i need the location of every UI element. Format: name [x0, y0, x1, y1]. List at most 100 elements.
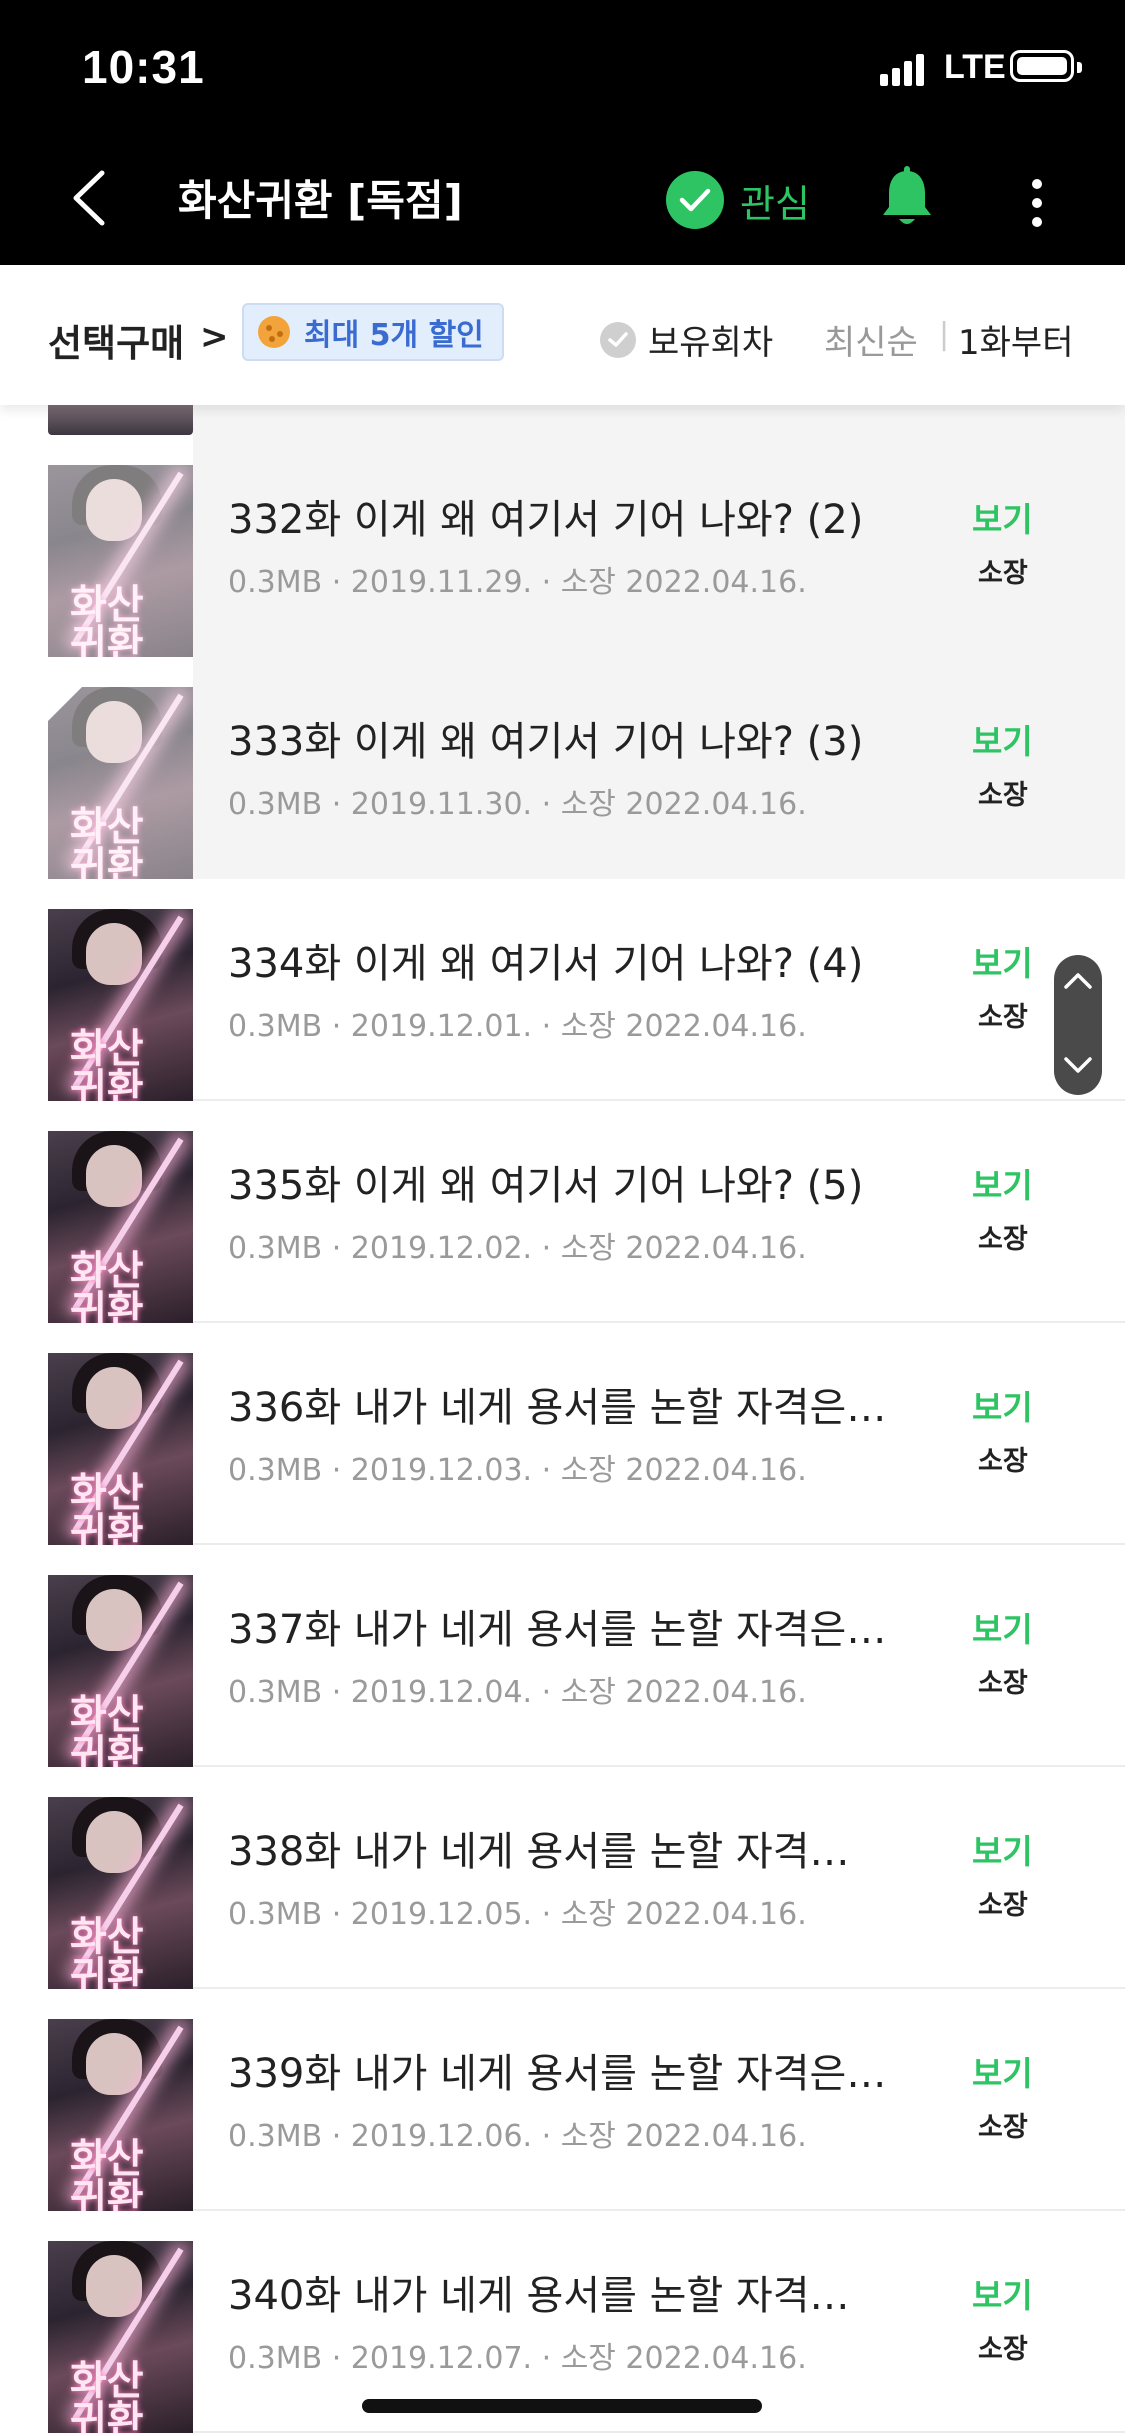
owned-label: 소장: [978, 2112, 1028, 2143]
owned-label: 소장: [978, 2334, 1028, 2365]
row-background: [193, 1323, 1125, 1545]
owned-label: 소장: [978, 1002, 1028, 1033]
episode-title[interactable]: 332화 이게 왜 여기서 기어 나와? (2): [228, 487, 908, 545]
thumb-art-face: [86, 1589, 142, 1651]
episode-row[interactable]: 화산 귀환 335화 이게 왜 여기서 기어 나와? (5) 0.3MB · 201…: [0, 1101, 1125, 1323]
owned-label: 소장: [978, 780, 1028, 811]
episode-thumbnail[interactable]: 화산 귀환: [48, 909, 193, 1101]
episode-title[interactable]: 339화 내가 네게 용서를 논할 자격은…: [228, 2041, 908, 2099]
episode-title[interactable]: 338화 내가 네게 용서를 논할 자격…: [228, 1819, 908, 1877]
discount-label: 최대 5개 할인: [304, 318, 484, 353]
owned-label: 소장: [978, 558, 1028, 589]
thumb-cover-title: 화산 귀환: [70, 2357, 144, 2434]
back-button[interactable]: [62, 163, 122, 233]
episode-row-partial: [193, 405, 1125, 435]
thumb-cover-title: 화산 귀환: [70, 1025, 144, 1102]
episode-thumbnail[interactable]: 화산 귀환: [48, 2241, 193, 2433]
owned-label: 소장: [978, 1224, 1028, 1255]
network-type: LTE: [944, 48, 1006, 86]
view-button[interactable]: 보기: [972, 2047, 1033, 2095]
episode-title[interactable]: 337화 내가 네게 용서를 논할 자격은…: [228, 1597, 908, 1655]
episode-row[interactable]: 화산 귀환 333화 이게 왜 여기서 기어 나와? (3) 0.3MB · 201…: [0, 657, 1125, 879]
scroll-control[interactable]: [1054, 955, 1102, 1095]
episode-thumbnail[interactable]: 화산 귀환: [48, 1575, 193, 1767]
thumb-art-face: [86, 2033, 142, 2095]
episode-thumbnail[interactable]: 화산 귀환: [48, 465, 193, 657]
episode-row[interactable]: 화산 귀환 339화 내가 네게 용서를 논할 자격은… 0.3MB · 2019.…: [0, 1989, 1125, 2211]
back-icon: [73, 170, 105, 226]
thumb-cover-title: 화산 귀환: [70, 1247, 144, 1324]
thumb-art-face: [86, 479, 142, 541]
view-button[interactable]: 보기: [972, 1381, 1033, 1429]
thumb-art-face: [86, 1367, 142, 1429]
home-indicator[interactable]: [362, 2399, 762, 2413]
episode-title[interactable]: 336화 내가 네게 용서를 논할 자격은…: [228, 1375, 908, 1433]
scroll-up-icon[interactable]: [1063, 971, 1093, 991]
thumb-art-face: [86, 1145, 142, 1207]
thumb-art-face: [86, 1811, 142, 1873]
row-background: [193, 1767, 1125, 1989]
sort-first-button[interactable]: 1화부터: [958, 315, 1073, 364]
more-button[interactable]: [1020, 173, 1056, 233]
episode-row[interactable]: 화산 귀환 332화 이게 왜 여기서 기어 나와? (2) 0.3MB · 201…: [0, 435, 1125, 657]
row-divider: [193, 2431, 1125, 2433]
chevron-right-icon: >: [200, 317, 229, 357]
episode-thumbnail[interactable]: 화산 귀환: [48, 2019, 193, 2211]
episode-thumbnail[interactable]: 화산 귀환: [48, 1131, 193, 1323]
signal-icon: [880, 52, 926, 86]
episode-meta: 0.3MB · 2019.12.01. · 소장 2022.04.16.: [228, 1009, 807, 1044]
status-bar: 10:31 LTE: [0, 0, 1125, 135]
scroll-down-icon[interactable]: [1063, 1055, 1093, 1075]
episode-row[interactable]: 화산 귀환 334화 이게 왜 여기서 기어 나와? (4) 0.3MB · 201…: [0, 879, 1125, 1101]
episode-thumbnail[interactable]: 화산 귀환: [48, 1797, 193, 1989]
view-button[interactable]: 보기: [972, 493, 1033, 541]
view-button[interactable]: 보기: [972, 715, 1033, 763]
select-buy-button[interactable]: 선택구매: [48, 313, 184, 367]
interest-button[interactable]: 관심: [666, 169, 810, 231]
thumb-cover-title: 화산 귀환: [70, 1691, 144, 1768]
thumb-cover-title: 화산 귀환: [70, 581, 144, 658]
row-background: [193, 1101, 1125, 1323]
episode-meta: 0.3MB · 2019.12.06. · 소장 2022.04.16.: [228, 2119, 807, 2154]
episode-title[interactable]: 340화 내가 네게 용서를 논할 자격…: [228, 2263, 908, 2321]
view-button[interactable]: 보기: [972, 1603, 1033, 1651]
view-button[interactable]: 보기: [972, 1825, 1033, 1873]
episode-title[interactable]: 335화 이게 왜 여기서 기어 나와? (5): [228, 1153, 908, 1211]
owned-filter-toggle[interactable]: 보유회차: [600, 315, 773, 364]
episode-thumbnail[interactable]: 화산 귀환: [48, 1353, 193, 1545]
top-header: 화산귀환 [독점] 관심: [0, 135, 1125, 265]
episode-meta: 0.3MB · 2019.12.03. · 소장 2022.04.16.: [228, 1453, 807, 1488]
view-button[interactable]: 보기: [972, 2269, 1033, 2317]
sort-newest-button[interactable]: 최신순: [824, 315, 918, 364]
series-title: 화산귀환 [독점]: [178, 176, 463, 225]
check-circle-icon: [600, 321, 636, 358]
episode-title[interactable]: 333화 이게 왜 여기서 기어 나와? (3): [228, 709, 908, 767]
episode-meta: 0.3MB · 2019.12.04. · 소장 2022.04.16.: [228, 1675, 807, 1710]
view-button[interactable]: 보기: [972, 1159, 1033, 1207]
episode-meta: 0.3MB · 2019.11.30. · 소장 2022.04.16.: [228, 787, 807, 822]
check-icon: [666, 171, 724, 229]
owned-label: 소장: [978, 1890, 1028, 1921]
episode-row[interactable]: 화산 귀환 336화 내가 네게 용서를 논할 자격은… 0.3MB · 2019.…: [0, 1323, 1125, 1545]
episode-row[interactable]: 화산 귀환 337화 내가 네게 용서를 논할 자격은… 0.3MB · 2019.…: [0, 1545, 1125, 1767]
thumb-cover-title: 화산 귀환: [70, 1469, 144, 1546]
thumb-art-face: [86, 701, 142, 763]
owned-label: 소장: [978, 1446, 1028, 1477]
thumb-art-face: [86, 923, 142, 985]
discount-badge[interactable]: 최대 5개 할인: [242, 303, 504, 361]
sort-divider: |: [939, 317, 950, 352]
status-time: 10:31: [82, 41, 205, 93]
bell-icon: [883, 166, 931, 224]
episode-meta: 0.3MB · 2019.12.05. · 소장 2022.04.16.: [228, 1897, 807, 1932]
episode-title[interactable]: 334화 이게 왜 여기서 기어 나와? (4): [228, 931, 908, 989]
thumb-art-face: [86, 2255, 142, 2317]
thumb-cover-title: 화산 귀환: [70, 2135, 144, 2212]
view-button[interactable]: 보기: [972, 937, 1033, 985]
row-background: [193, 657, 1125, 879]
interest-label: 관심: [740, 181, 810, 226]
episode-row[interactable]: 화산 귀환 338화 내가 네게 용서를 논할 자격… 0.3MB · 2019.1…: [0, 1767, 1125, 1989]
notification-button[interactable]: [878, 165, 936, 235]
episode-thumbnail[interactable]: 화산 귀환: [48, 687, 193, 879]
row-background: [193, 1989, 1125, 2211]
thumb-cover-title: 화산 귀환: [70, 1913, 144, 1990]
